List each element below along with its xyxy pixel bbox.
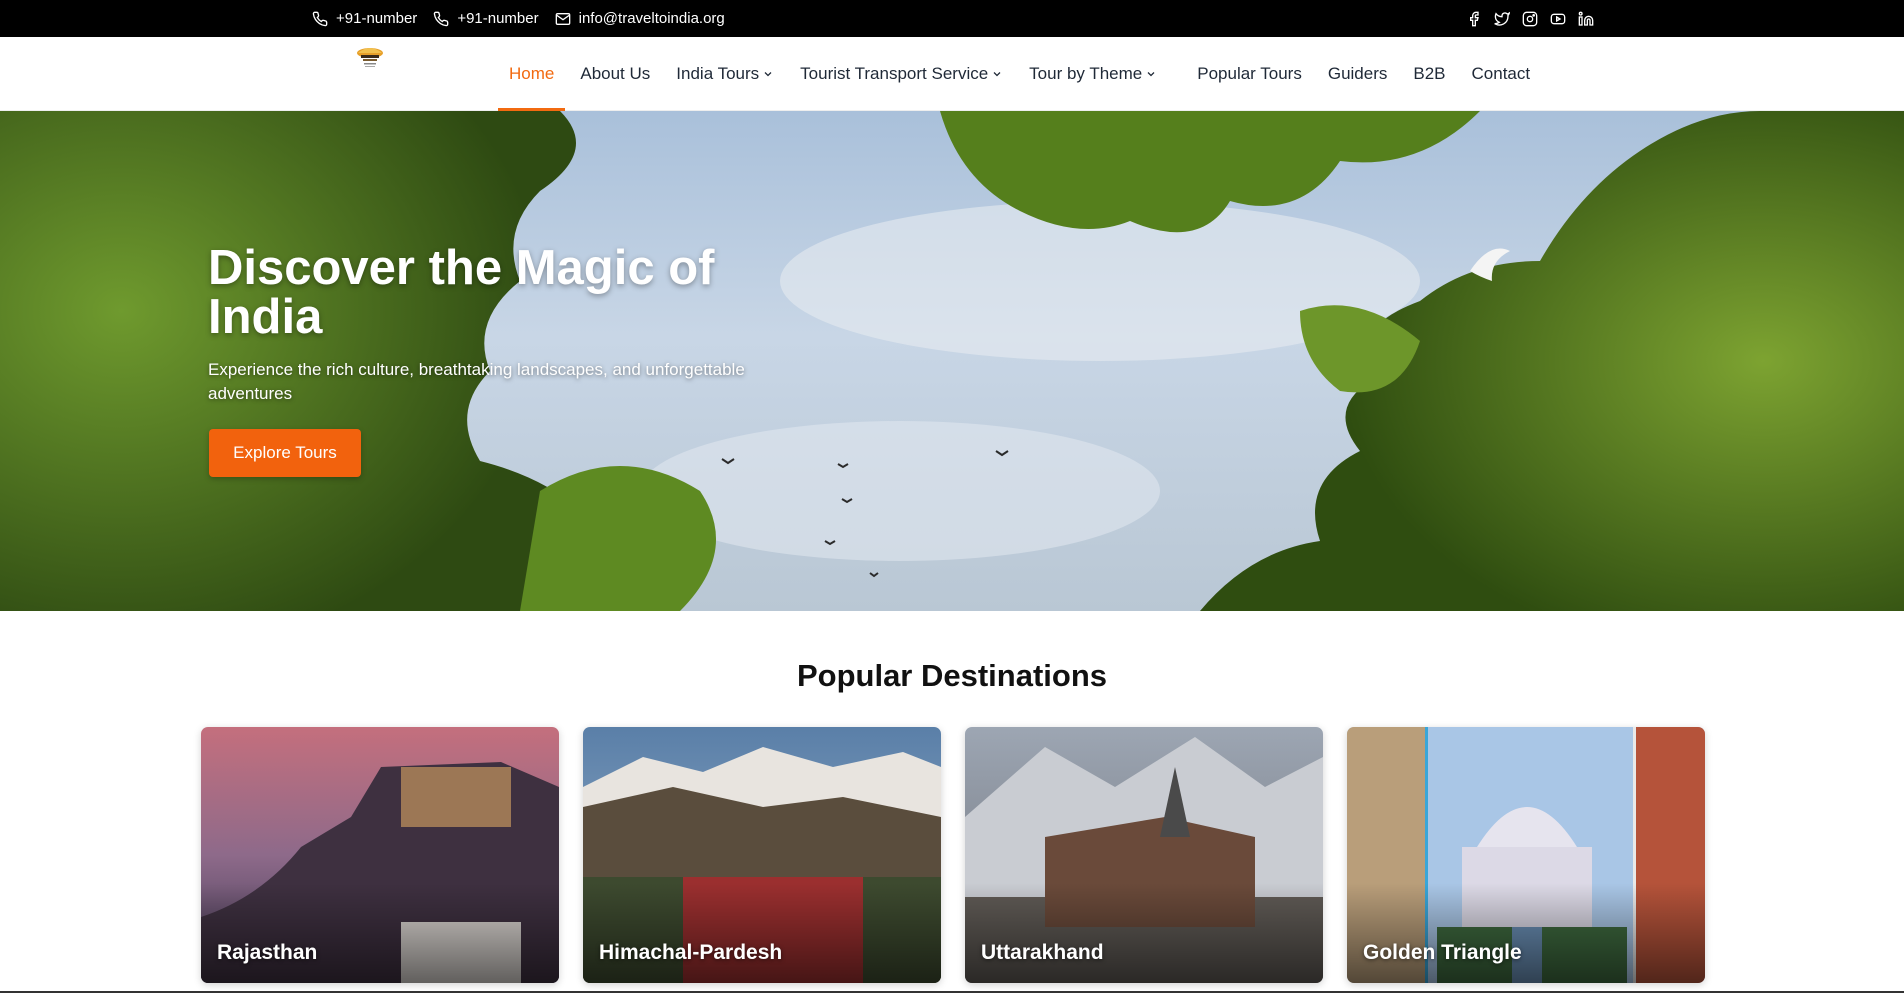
nav-b2b[interactable]: B2B: [1400, 37, 1458, 111]
nav-theme-label: Tour by Theme: [1029, 64, 1143, 83]
primary-navigation: Home About Us India Tours Tourist Transp…: [496, 37, 1543, 111]
destination-card-rajasthan[interactable]: Rajasthan: [201, 727, 559, 983]
card-shade: [583, 883, 941, 983]
destination-cards: Rajasthan Himachal-Pardesh Uttarakhand G…: [201, 727, 1705, 983]
nav-tour-by-theme[interactable]: Tour by Theme: [1016, 37, 1170, 111]
phone-number-1: +91-number: [336, 10, 418, 27]
chevron-down-icon: [993, 72, 1001, 77]
nav-india-tours-label: India Tours: [676, 64, 760, 83]
contact-list: +91-number +91-number info@traveltoindia…: [312, 0, 725, 37]
hero-title: Discover the Magic of India: [208, 241, 715, 344]
chevron-down-icon: [764, 72, 772, 77]
nav-popular-tours[interactable]: Popular Tours: [1184, 37, 1315, 111]
phone-number-2: +91-number: [457, 10, 539, 27]
linkedin-icon[interactable]: [1578, 11, 1594, 27]
hero-banner: Discover the Magic of India Experience t…: [0, 111, 1904, 611]
nav-home-label: Home: [509, 64, 555, 83]
nav-b2b-label: B2B: [1413, 64, 1446, 83]
email-address: info@traveltoindia.org: [578, 10, 725, 27]
hero-subtitle: Experience the rich culture, breathtakin…: [208, 360, 745, 403]
nav-india-tours[interactable]: India Tours: [663, 37, 787, 111]
card-shade: [201, 883, 559, 983]
youtube-icon[interactable]: [1550, 11, 1566, 27]
chevron-down-icon: [1147, 72, 1155, 77]
card-label: Rajasthan: [217, 941, 318, 964]
nav-contact[interactable]: Contact: [1459, 37, 1544, 111]
top-contact-bar: +91-number +91-number info@traveltoindia…: [0, 0, 1904, 37]
email-contact[interactable]: info@traveltoindia.org: [555, 10, 725, 27]
mail-icon: [555, 12, 570, 25]
phone-contact-2[interactable]: +91-number: [433, 10, 539, 27]
instagram-icon[interactable]: [1522, 11, 1538, 27]
destination-card-himachal-pardesh[interactable]: Himachal-Pardesh: [583, 727, 941, 983]
destination-card-uttarakhand[interactable]: Uttarakhand: [965, 727, 1323, 983]
card-shade: [965, 883, 1323, 983]
nav-home[interactable]: Home: [496, 37, 567, 111]
twitter-icon[interactable]: [1494, 11, 1510, 27]
card-label: Himachal-Pardesh: [599, 941, 783, 964]
nav-transport-label: Tourist Transport Service: [800, 64, 989, 83]
main-navbar: Home About Us India Tours Tourist Transp…: [0, 37, 1904, 111]
nav-guiders-label: Guiders: [1327, 64, 1388, 83]
nav-contact-label: Contact: [1471, 64, 1531, 83]
site-logo[interactable]: [352, 39, 388, 75]
facebook-icon[interactable]: [1466, 11, 1482, 27]
popular-destinations-title: Popular Destinations: [796, 658, 1108, 693]
phone-contact-1[interactable]: +91-number: [312, 10, 417, 27]
nav-popular-tours-label: Popular Tours: [1197, 64, 1302, 83]
social-links: [1466, 0, 1594, 37]
card-label: Uttarakhand: [981, 941, 1104, 964]
phone-icon: [434, 11, 449, 26]
nav-about-us-label: About Us: [580, 64, 651, 83]
phone-icon: [312, 11, 328, 26]
destination-card-golden-triangle[interactable]: Golden Triangle: [1347, 727, 1705, 983]
nav-tourist-transport-service[interactable]: Tourist Transport Service: [787, 37, 1016, 111]
card-shade: [1347, 883, 1705, 983]
nav-guiders[interactable]: Guiders: [1315, 37, 1401, 111]
card-label: Golden Triangle: [1363, 941, 1522, 964]
explore-tours-button[interactable]: Explore Tours: [209, 429, 361, 477]
nav-about-us[interactable]: About Us: [567, 37, 663, 111]
